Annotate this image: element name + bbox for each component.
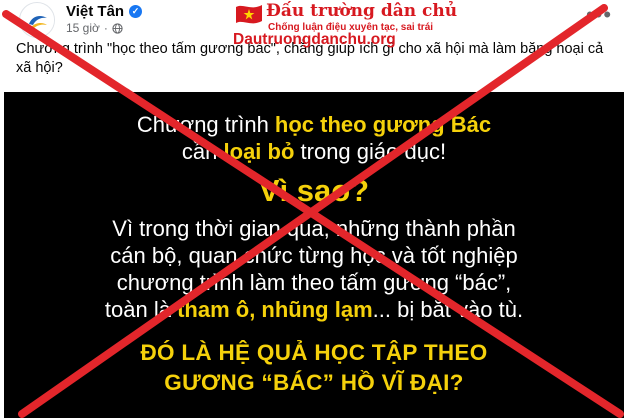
image-line-7-tail: ... bị bắt vào tù. [372, 297, 524, 322]
image-line-2: cần loại bỏ trong giáo dục! [4, 139, 624, 165]
avatar[interactable] [19, 2, 55, 38]
watermark-name: Đấu trường dân chủ [266, 1, 458, 21]
image-line-2-highlight: loại bỏ [223, 139, 295, 164]
post-time[interactable]: 15 giờ [66, 21, 100, 35]
post-meta: 15 giờ · [66, 21, 123, 35]
image-line-7-text: toàn là [104, 297, 178, 322]
image-line-1-highlight: học theo gương Bác [274, 112, 492, 137]
verified-badge-icon: ✓ [129, 5, 143, 18]
image-conclusion-2: GƯƠNG “BÁC” HỒ VĨ ĐẠI? [164, 370, 464, 395]
image-line-6: chương trình làm theo tấm gương “bác”, [116, 270, 512, 295]
image-line-7: toàn là tham ô, nhũng lạm... bị bắt vào … [4, 297, 624, 323]
meta-separator: · [103, 21, 108, 35]
image-line-4: Vì trong thời gian qua, những thành phần [112, 216, 516, 241]
image-line-5: cán bộ, quan chức từng học và tốt nghiệp [110, 243, 518, 268]
watermark-url: Dautruongdanchu.org [233, 31, 396, 48]
image-line-7-highlight: tham ô, nhũng lạm [177, 297, 373, 322]
flag-emblem-icon [236, 5, 262, 24]
post-header: Việt Tân ✓ 15 giờ · ••• Chương trình "họ… [0, 0, 628, 84]
watermark-logo: Đấu trường dân chủ Chống luận điệu xuyên… [233, 1, 457, 51]
image-line-1: Chương trình học theo gương Bác [4, 112, 624, 138]
image-line-1-text: Chương trình [136, 112, 275, 137]
post-author[interactable]: Việt Tân ✓ [66, 3, 143, 20]
image-question: Vì sao? [258, 173, 370, 208]
author-name[interactable]: Việt Tân [66, 3, 124, 20]
image-line-2-text: cần [181, 139, 224, 164]
globe-icon [112, 22, 123, 34]
image-line-2-tail: trong giáo dục! [294, 139, 447, 164]
image-conclusion-1: ĐÓ LÀ HỆ QUẢ HỌC TẬP THEO [140, 340, 488, 365]
post-image[interactable]: Chương trình học theo gương Bác cần loại… [4, 92, 624, 418]
avatar-logo-icon [21, 4, 54, 37]
more-options-button[interactable]: ••• [585, 4, 613, 28]
